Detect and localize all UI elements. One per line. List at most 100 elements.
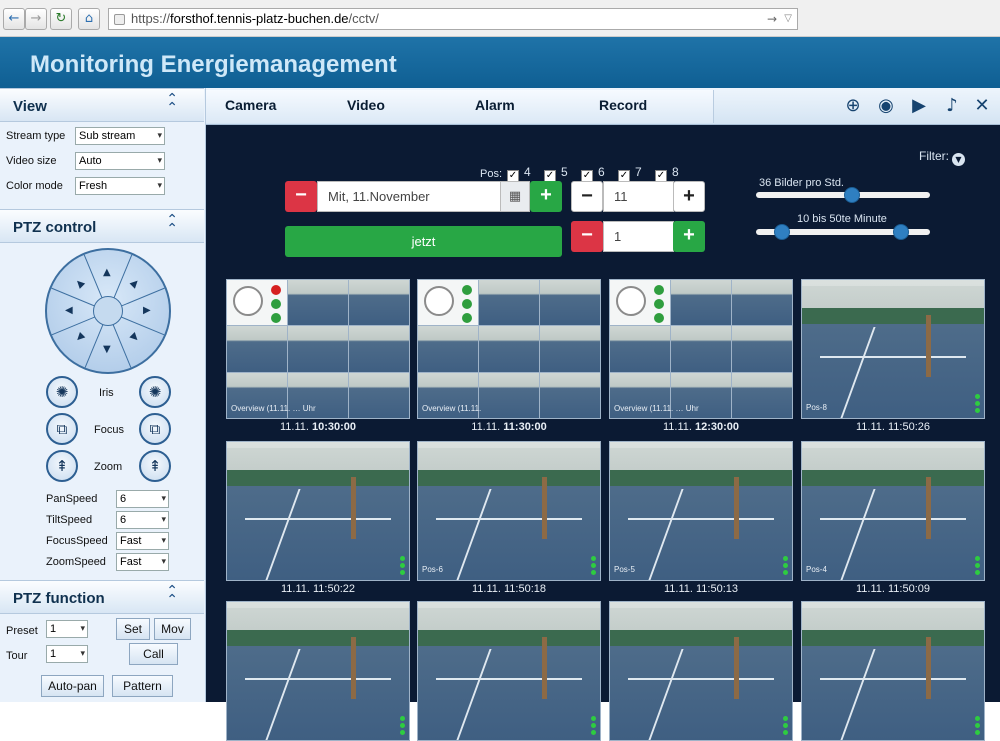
minute-plus-button[interactable]: + bbox=[673, 221, 705, 252]
preset-set-button[interactable]: Set bbox=[116, 618, 150, 640]
collapse-icon[interactable]: ⌃ ⌃ bbox=[166, 92, 178, 115]
position-checkbox[interactable]: ✓ 6 bbox=[581, 165, 605, 182]
tab-camera[interactable]: Camera bbox=[206, 90, 333, 123]
iris-open-icon[interactable]: ✺ bbox=[139, 376, 171, 408]
camera-thumbnail[interactable]: Pos-5 bbox=[609, 441, 793, 581]
tennis-court-image: Pos-4 bbox=[802, 442, 984, 580]
home-icon[interactable]: ⌂ bbox=[78, 8, 100, 30]
minute-range-slider-max-handle[interactable] bbox=[893, 224, 909, 240]
pan-down-right-arrow-icon[interactable]: ▼ bbox=[128, 331, 141, 344]
camera-thumbnail[interactable]: Pos-4 bbox=[801, 441, 985, 581]
position-checkbox[interactable]: ✓ 4 bbox=[507, 165, 531, 182]
pan-up-right-arrow-icon[interactable]: ▲ bbox=[128, 277, 141, 290]
date-prev-button[interactable]: − bbox=[285, 181, 317, 212]
camera-thumbnail[interactable] bbox=[609, 601, 793, 741]
date-next-button[interactable]: + bbox=[530, 181, 562, 212]
collapse-icon[interactable]: ⌃ ⌃ bbox=[166, 584, 178, 607]
status-leds bbox=[975, 554, 980, 575]
focus-speed-label: FocusSpeed bbox=[46, 535, 108, 547]
stream-type-select[interactable]: Sub stream ▾ bbox=[75, 127, 165, 145]
camera-thumbnail[interactable]: Overview (11.11. bbox=[417, 279, 601, 419]
talk-icon[interactable]: ♪ bbox=[939, 94, 965, 118]
status-leds bbox=[783, 554, 788, 575]
mute-icon[interactable]: ✕ bbox=[969, 94, 995, 118]
hour-field[interactable]: 11 bbox=[603, 181, 674, 212]
minute-minus-button[interactable]: − bbox=[571, 221, 603, 252]
camera-thumbnail[interactable]: Overview (11.11. … Uhr bbox=[226, 279, 410, 419]
pan-up-arrow-icon[interactable]: ▲ bbox=[103, 267, 111, 278]
url-dropdown-icon[interactable]: ▽ bbox=[784, 9, 792, 29]
tour-call-button[interactable]: Call bbox=[129, 643, 178, 665]
ptz-control-header[interactable]: PTZ control ⌃ ⌃ bbox=[0, 209, 204, 243]
color-mode-select[interactable]: Fresh ▾ bbox=[75, 177, 165, 195]
preset-mov-button[interactable]: Mov bbox=[154, 618, 191, 640]
video-camera-icon[interactable]: ▶ bbox=[906, 94, 932, 118]
court-post bbox=[733, 476, 739, 539]
ptz-center-button[interactable] bbox=[93, 296, 123, 326]
hour-plus-button[interactable]: + bbox=[673, 181, 705, 212]
zoom-in-icon[interactable]: ⊕ bbox=[840, 94, 866, 118]
go-arrow-icon[interactable]: → bbox=[767, 9, 777, 29]
ptz-function-header[interactable]: PTZ function ⌃ ⌃ bbox=[0, 580, 204, 614]
snapshot-camera-icon[interactable]: ◉ bbox=[873, 94, 899, 118]
timestamp-time: 11:50:22 bbox=[313, 583, 356, 595]
tab-record[interactable]: Record bbox=[580, 90, 714, 123]
tennis-court-image: Pos-5 bbox=[610, 442, 792, 580]
ptz-direction-wheel[interactable]: ▲ ▼ ◀ ▶ ▲ ▲ ▼ ▼ bbox=[45, 248, 171, 374]
forward-arrow-icon[interactable]: → bbox=[25, 8, 47, 30]
position-checkbox[interactable]: ✓ 8 bbox=[655, 165, 679, 182]
auto-pan-button[interactable]: Auto-pan bbox=[41, 675, 104, 697]
back-arrow-icon[interactable]: ← bbox=[3, 8, 25, 30]
filter-toggle[interactable]: Filter: ▼ bbox=[919, 149, 965, 166]
tour-select[interactable]: 1 ▾ bbox=[46, 645, 88, 663]
position-checkbox[interactable]: ✓ 7 bbox=[618, 165, 642, 182]
reload-icon[interactable]: ↻ bbox=[50, 8, 72, 30]
camera-tile bbox=[732, 326, 792, 372]
preset-select[interactable]: 1 ▾ bbox=[46, 620, 88, 638]
date-field[interactable]: Mit, 11.November bbox=[317, 181, 501, 212]
status-led-icon bbox=[654, 299, 664, 309]
zoom-speed-select[interactable]: Fast ▾ bbox=[116, 553, 169, 571]
iris-close-icon[interactable]: ✺ bbox=[46, 376, 78, 408]
tab-video[interactable]: Video bbox=[328, 90, 460, 123]
focus-far-icon[interactable]: ⧉ bbox=[139, 413, 171, 445]
video-size-select[interactable]: Auto ▾ bbox=[75, 152, 165, 170]
pan-down-left-arrow-icon[interactable]: ▼ bbox=[73, 331, 86, 344]
camera-thumbnail[interactable]: Pos-6 bbox=[417, 441, 601, 581]
now-button[interactable]: jetzt bbox=[285, 226, 562, 257]
frames-slider-track[interactable] bbox=[756, 192, 930, 198]
view-panel-header[interactable]: View ⌃ ⌃ bbox=[0, 88, 204, 122]
tab-alarm[interactable]: Alarm bbox=[456, 90, 588, 123]
pan-down-arrow-icon[interactable]: ▼ bbox=[103, 344, 111, 355]
zoom-in-tree-icon[interactable]: ⇞ bbox=[139, 450, 171, 482]
pattern-button[interactable]: Pattern bbox=[112, 675, 173, 697]
focus-near-icon[interactable]: ⧉ bbox=[46, 413, 78, 445]
camera-thumbnail[interactable] bbox=[801, 601, 985, 741]
frames-slider-handle[interactable] bbox=[844, 187, 860, 203]
pan-left-arrow-icon[interactable]: ◀ bbox=[65, 305, 73, 316]
camera-thumbnail[interactable] bbox=[417, 601, 601, 741]
thumbnail-timestamp: 11.11. 11:50:09 bbox=[801, 583, 985, 595]
tilt-speed-select[interactable]: 6 ▾ bbox=[116, 511, 169, 529]
minute-field[interactable]: 1 bbox=[603, 221, 674, 252]
camera-thumbnail[interactable] bbox=[226, 601, 410, 741]
pan-up-left-arrow-icon[interactable]: ▲ bbox=[73, 277, 86, 290]
minute-range-slider-min-handle[interactable] bbox=[774, 224, 790, 240]
pan-speed-select[interactable]: 6 ▾ bbox=[116, 490, 169, 508]
thumbnail-timestamp: 11.11. 11:50:13 bbox=[609, 583, 793, 595]
hour-minus-button[interactable]: − bbox=[571, 181, 603, 212]
pan-right-arrow-icon[interactable]: ▶ bbox=[143, 305, 151, 316]
url-bar[interactable]: https://forsthof.tennis-platz-buchen.de/… bbox=[108, 8, 798, 30]
app-header: Monitoring Energiemanagement bbox=[0, 37, 1000, 88]
calendar-icon[interactable]: ▦ bbox=[500, 181, 530, 212]
zoom-out-icon[interactable]: ⇞ bbox=[46, 450, 78, 482]
camera-thumbnail[interactable]: Pos-8 bbox=[801, 279, 985, 419]
focus-speed-select[interactable]: Fast ▾ bbox=[116, 532, 169, 550]
thumbnail-overlay-text: Overview (11.11. … Uhr bbox=[614, 404, 699, 413]
collapse-icon[interactable]: ⌃ ⌃ bbox=[166, 213, 178, 236]
position-checkbox[interactable]: ✓ 5 bbox=[544, 165, 568, 182]
main-toolbar: Camera Video Alarm Record ⊕ ◉ ▶ ♪ ✕ bbox=[206, 88, 1000, 125]
status-led-icon bbox=[591, 556, 596, 561]
camera-thumbnail[interactable] bbox=[226, 441, 410, 581]
camera-thumbnail[interactable]: Overview (11.11. … Uhr bbox=[609, 279, 793, 419]
